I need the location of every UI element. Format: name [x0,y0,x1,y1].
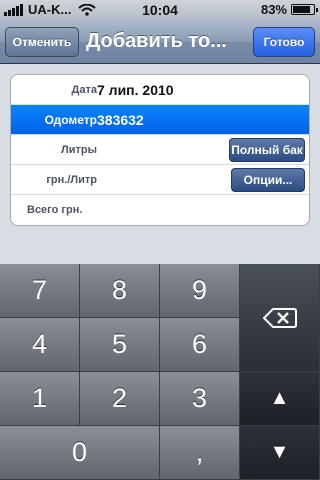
key-0[interactable]: 0 [0,426,160,480]
battery-percent: 83% [260,2,287,17]
key-1[interactable]: 1 [0,372,80,426]
numeric-keypad: 7 8 9 4 5 6 1 2 3 ▲ 0 , ▼ [0,264,320,480]
key-4[interactable]: 4 [0,318,80,372]
odometer-value: 383632 [97,111,144,128]
full-tank-button[interactable]: Полный бак [229,137,305,162]
date-label: Дата [71,83,97,96]
liters-label: Литры [61,143,97,156]
backspace-icon [262,307,297,328]
down-arrow-icon: ▼ [269,441,290,463]
down-arrow-key[interactable]: ▼ [240,426,320,480]
battery-fill [293,6,310,13]
status-right: 83% [260,2,318,17]
key-3[interactable]: 3 [160,372,240,426]
key-5[interactable]: 5 [80,318,160,372]
battery-icon [291,4,318,15]
price-per-liter-row[interactable]: грн./Литр Опции... [11,165,309,195]
page-title: Добавить то... [86,30,227,52]
up-arrow-icon: ▲ [269,387,290,409]
odometer-row[interactable]: Одометр 383632 [11,105,309,135]
key-8[interactable]: 8 [80,264,160,318]
odometer-label: Одометр [44,112,97,127]
price-per-liter-label: грн./Литр [46,173,97,186]
cancel-button[interactable]: Отменить [5,27,79,57]
key-9[interactable]: 9 [160,264,240,318]
total-label: Всего грн. [27,204,83,216]
key-2[interactable]: 2 [80,372,160,426]
key-comma[interactable]: , [160,426,240,480]
date-value: 7 лип. 2010 [97,81,174,98]
key-7[interactable]: 7 [0,264,80,318]
up-arrow-key[interactable]: ▲ [240,372,320,426]
backspace-key[interactable] [240,264,320,372]
liters-row[interactable]: Литры Полный бак [11,135,309,165]
options-button[interactable]: Опции... [231,167,305,192]
date-row[interactable]: Дата 7 лип. 2010 [11,75,309,105]
total-row[interactable]: Всего грн. [11,195,309,225]
status-bar: UA-K... 10:04 83% [0,0,320,20]
fuel-entry-form: Дата 7 лип. 2010 Одометр 383632 Литры По… [10,74,310,226]
done-button[interactable]: Готово [253,27,315,57]
navigation-bar: Отменить Добавить то... Готово [0,20,320,64]
key-6[interactable]: 6 [160,318,240,372]
